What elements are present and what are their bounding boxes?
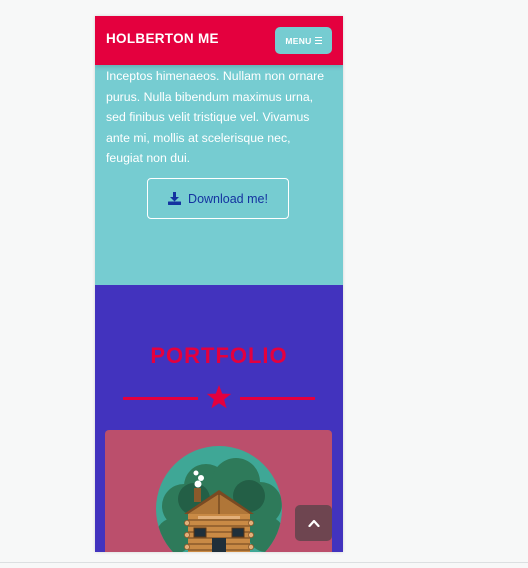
divider-line-left [123,397,198,400]
menu-button[interactable]: MENU [275,27,332,54]
download-icon [168,192,182,205]
download-button-label: Download me! [188,191,268,206]
page-bottom-border [0,562,528,563]
section-divider [123,384,315,412]
bars-icon [314,36,322,45]
portfolio-title: PORTFOLIO [150,343,288,368]
navbar: HOLBERTON ME MENU [95,16,343,65]
log-cabin-illustration [156,446,282,552]
download-button[interactable]: Download me! [147,178,289,219]
brand-logo[interactable]: HOLBERTON ME [106,31,219,46]
about-paragraph: Inceptos himenaeos. Nullam non ornare pu… [106,69,325,166]
mobile-viewport: Inceptos himenaeos. Nullam non ornare pu… [95,16,343,552]
star-icon [206,385,232,409]
divider-line-right [240,397,315,400]
menu-button-label: MENU [285,35,312,46]
chevron-up-icon [307,519,320,527]
scroll-to-top-button[interactable] [295,505,332,541]
